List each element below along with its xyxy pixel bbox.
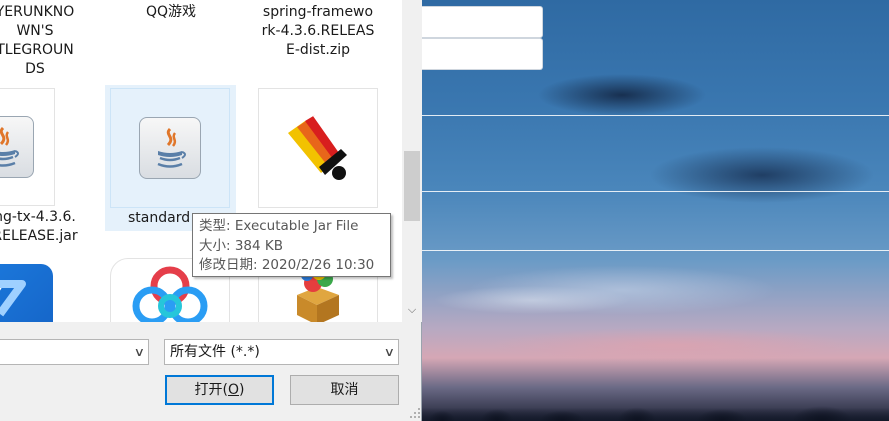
file-type-value: 所有文件 (*.*) — [170, 344, 260, 360]
file-item-standard[interactable]: standard — [105, 85, 236, 231]
file-item-paint-tool[interactable] — [253, 85, 383, 231]
file-name: spring-framewo rk-4.3.6.RELEAS E-dist.zi… — [261, 4, 375, 58]
tooltip-type: 类型: Executable Jar File — [199, 218, 359, 234]
filename-input[interactable]: ∨ — [0, 339, 149, 365]
file-thumbnail — [0, 88, 55, 206]
scroll-down-arrow-icon[interactable]: ⌵ — [402, 300, 422, 320]
java-jar-icon — [0, 116, 34, 178]
file-info-tooltip: 类型: Executable Jar File 大小: 384 KB 修改日期:… — [192, 213, 391, 277]
background-divider-1 — [422, 115, 889, 116]
vertical-scrollbar[interactable]: ⌵ — [402, 0, 422, 322]
scrollbar-thumb[interactable] — [404, 151, 420, 221]
background-input-box-2[interactable] — [422, 38, 543, 70]
tooltip-modified: 修改日期: 2020/2/26 10:30 — [199, 257, 375, 273]
open-button[interactable]: 打开(O) — [165, 375, 274, 405]
file-item-battlegrounds[interactable]: YERUNKNO WN'S TLEGROUN DS — [0, 0, 100, 85]
file-type-select[interactable]: 所有文件 (*.*) ∨ — [164, 339, 399, 365]
file-item-spring-tx-jar[interactable]: ng-tx-4.3.6. RELEASE.jar — [0, 85, 100, 244]
file-name: QQ游戏 — [145, 4, 197, 20]
cancel-button-label: 取消 — [330, 382, 359, 398]
resize-grip-icon[interactable] — [409, 407, 421, 419]
file-thumbnail — [258, 88, 378, 208]
paint-brush-icon — [288, 113, 347, 180]
background-input-box-1[interactable] — [422, 6, 543, 38]
blue-app-icon — [0, 264, 53, 322]
chevron-down-icon[interactable]: ∨ — [134, 340, 145, 364]
file-list-pane[interactable]: YERUNKNO WN'S TLEGROUN DS QQ游戏 spring-fr… — [0, 0, 402, 322]
file-thumbnail — [0, 258, 55, 322]
cancel-button[interactable]: 取消 — [290, 375, 399, 405]
open-button-accel: O — [227, 382, 240, 398]
chevron-down-icon[interactable]: ∨ — [384, 340, 395, 364]
java-jar-icon — [139, 117, 201, 179]
open-button-label: 打开( — [194, 382, 228, 398]
file-item-qq-game[interactable]: QQ游戏 — [106, 0, 236, 85]
desktop-wallpaper — [422, 0, 889, 421]
treeline-silhouette — [422, 399, 889, 421]
file-thumbnail — [110, 88, 230, 208]
tooltip-size: 大小: 384 KB — [199, 237, 284, 254]
background-divider-2 — [422, 191, 889, 192]
open-file-dialog: YERUNKNO WN'S TLEGROUN DS QQ游戏 spring-fr… — [0, 0, 422, 421]
file-item-blue-app[interactable] — [0, 231, 100, 322]
file-name: YERUNKNO WN'S TLEGROUN DS — [0, 4, 75, 77]
background-divider-3 — [422, 250, 889, 251]
open-button-suffix: ) — [239, 382, 245, 398]
file-item-spring-framework-zip[interactable]: spring-framewo rk-4.3.6.RELEAS E-dist.zi… — [253, 0, 383, 85]
